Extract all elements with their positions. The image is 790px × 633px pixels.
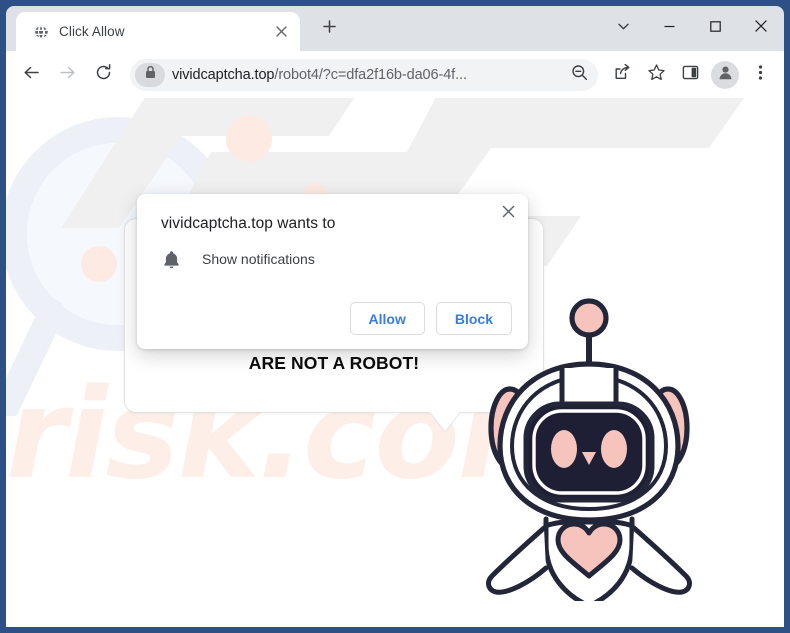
tab-click-allow[interactable]: Click Allow — [16, 12, 300, 51]
plus-icon — [322, 20, 336, 38]
dialog-close-button[interactable] — [494, 200, 522, 228]
star-icon — [647, 63, 666, 87]
reload-icon — [94, 63, 113, 87]
close-icon — [502, 205, 515, 223]
browser-menu-button[interactable] — [744, 59, 776, 91]
reload-button[interactable] — [86, 58, 120, 92]
zoom-indicator-button[interactable] — [566, 62, 592, 88]
block-button[interactable]: Block — [435, 302, 512, 335]
side-panel-icon — [681, 63, 700, 87]
dialog-title: vividcaptcha.top wants to — [161, 215, 336, 232]
lock-icon — [144, 65, 157, 84]
tab-title: Click Allow — [59, 24, 125, 39]
url-path: /robot4/?c=dfa2f16b-da06-4f... — [274, 66, 467, 83]
forward-button[interactable] — [50, 58, 84, 92]
person-avatar-icon — [717, 64, 734, 86]
close-window-button[interactable] — [738, 6, 784, 51]
browser-window: Click Allow vividcaptcha.top/robot4/?c=d… — [0, 0, 790, 633]
tab-search-button[interactable] — [600, 6, 646, 51]
minimize-icon — [663, 20, 676, 38]
browser-toolbar: vividcaptcha.top/robot4/?c=dfa2f16b-da06… — [6, 51, 784, 98]
permission-row: Show notifications — [161, 249, 315, 269]
bell-icon — [161, 249, 181, 269]
page-viewport: risk.com CLICK «ALLOW» TO CONFIRM THAT Y… — [6, 98, 784, 627]
chevron-down-icon — [617, 20, 630, 38]
bookmark-button[interactable] — [640, 59, 672, 91]
bubble-text-line2: ARE NOT A ROBOT! — [248, 353, 420, 373]
share-button[interactable] — [606, 59, 638, 91]
back-button[interactable] — [14, 58, 48, 92]
three-dot-menu-icon — [752, 64, 769, 86]
url-host: vividcaptcha.top — [172, 66, 275, 83]
url-text: vividcaptcha.top/robot4/?c=dfa2f16b-da06… — [172, 67, 566, 83]
allow-button[interactable]: Allow — [349, 302, 425, 335]
share-icon — [613, 63, 632, 87]
site-info-button[interactable] — [135, 62, 165, 87]
speech-bubble-tail — [425, 412, 469, 448]
maximize-button[interactable] — [692, 6, 738, 51]
forward-arrow-icon — [58, 63, 77, 87]
back-arrow-icon — [22, 63, 41, 87]
search-zoom-icon — [571, 64, 588, 86]
window-controls — [600, 6, 784, 51]
address-bar[interactable]: vividcaptcha.top/robot4/?c=dfa2f16b-da06… — [130, 58, 598, 91]
dialog-actions: Allow Block — [349, 302, 512, 335]
maximize-icon — [709, 20, 722, 38]
profile-button[interactable] — [711, 60, 739, 89]
new-tab-button[interactable] — [316, 16, 342, 42]
minimize-button[interactable] — [646, 6, 692, 51]
decorative-dot — [81, 246, 117, 282]
side-panel-button[interactable] — [674, 59, 706, 91]
permission-label: Show notifications — [202, 251, 315, 267]
close-icon — [754, 19, 768, 38]
notification-permission-dialog: vividcaptcha.top wants to Show notificat… — [137, 194, 528, 349]
decorative-dot — [226, 116, 272, 162]
tab-close-icon[interactable] — [270, 21, 292, 43]
globe-icon — [32, 23, 49, 40]
